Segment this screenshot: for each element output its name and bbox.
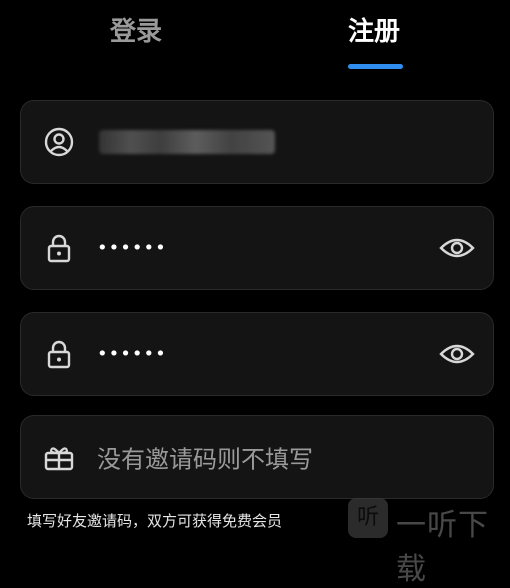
- confirm-password-input[interactable]: ••••••: [97, 344, 167, 365]
- password-field[interactable]: ••••••: [20, 206, 494, 290]
- eye-icon[interactable]: [439, 340, 475, 368]
- eye-icon[interactable]: [439, 234, 475, 262]
- tab-register[interactable]: 注册: [348, 14, 400, 50]
- invite-hint-text: 填写好友邀请码，双方可获得免费会员: [27, 512, 283, 530]
- invite-code-field[interactable]: 没有邀请码则不填写: [20, 415, 494, 499]
- active-tab-indicator: [348, 64, 403, 69]
- user-icon: [43, 126, 75, 158]
- confirm-password-field[interactable]: ••••••: [20, 312, 494, 396]
- watermark-text: 一听下载: [396, 508, 489, 587]
- invite-code-placeholder[interactable]: 没有邀请码则不填写: [97, 440, 313, 475]
- gift-icon: [43, 441, 75, 473]
- watermark: 听 一听下载: [348, 496, 510, 587]
- password-input[interactable]: ••••••: [97, 238, 167, 259]
- username-field[interactable]: [20, 100, 494, 184]
- lock-icon: [43, 338, 75, 370]
- lock-icon: [43, 232, 75, 264]
- username-value-obscured: [99, 130, 275, 154]
- tab-bar: 登录 注册: [0, 0, 510, 80]
- watermark-logo: 听: [348, 498, 388, 538]
- tab-login[interactable]: 登录: [110, 14, 162, 50]
